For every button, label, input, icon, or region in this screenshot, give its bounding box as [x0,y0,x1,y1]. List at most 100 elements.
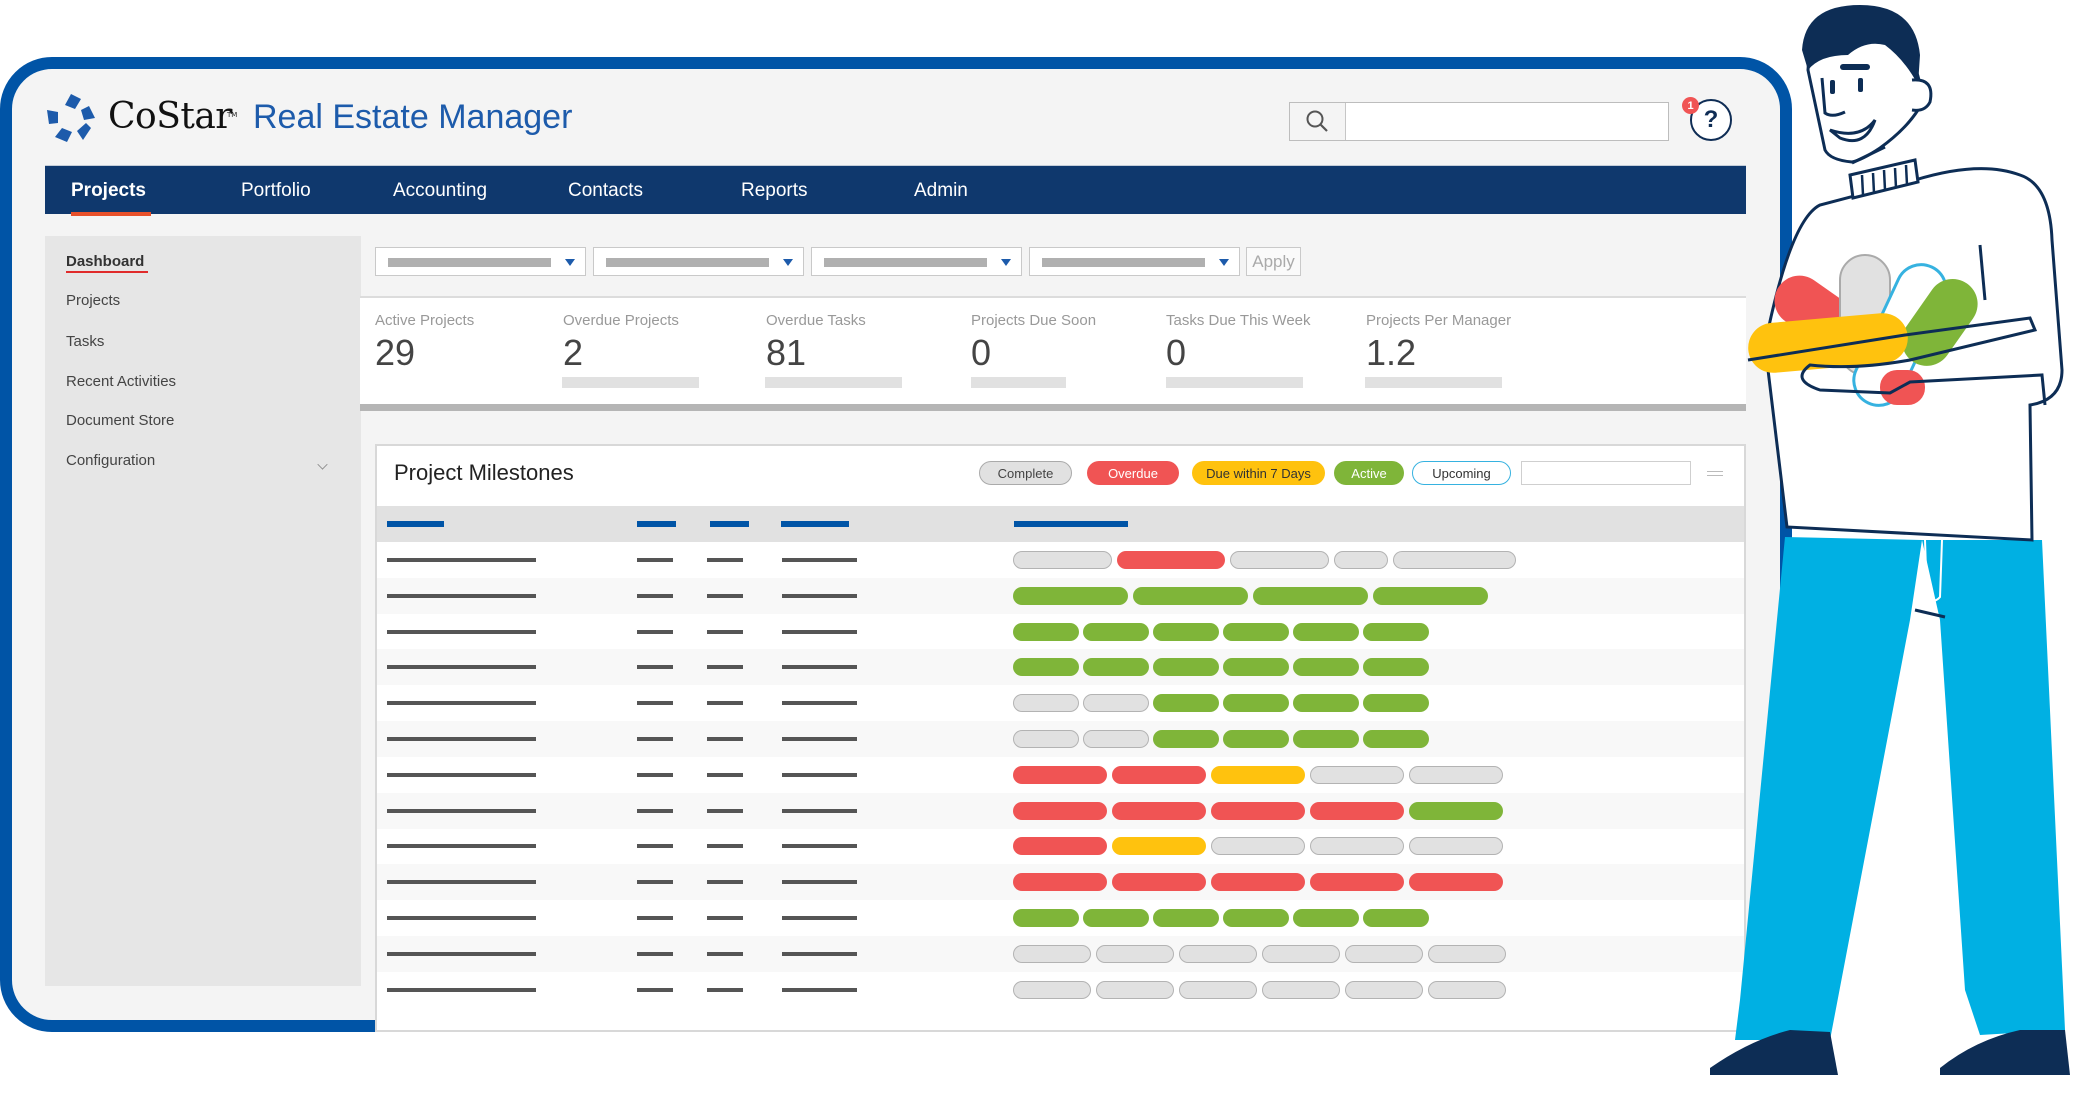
legend-upcoming[interactable]: Upcoming [1412,461,1511,485]
nav-item-projects[interactable]: Projects [71,180,146,202]
stat-projects-per-manager[interactable]: Projects Per Manager 1.2 [1366,312,1511,373]
global-search-input[interactable] [1346,103,1668,140]
milestone-overdue[interactable] [1112,765,1206,784]
filter-dropdown-3[interactable] [811,247,1022,276]
table-row[interactable] [377,542,1744,578]
milestone-active[interactable] [1013,909,1079,927]
milestone-active[interactable] [1083,658,1149,677]
milestone-active[interactable] [1293,730,1359,748]
milestone-active[interactable] [1223,658,1289,677]
milestone-active[interactable] [1373,586,1488,605]
nav-item-contacts[interactable]: Contacts [568,180,643,202]
stat-overdue-tasks[interactable]: Overdue Tasks 81 [766,312,866,373]
table-row[interactable] [377,900,1744,936]
table-row[interactable] [377,577,1744,614]
milestone-complete[interactable] [1310,765,1404,784]
milestone-active[interactable] [1083,909,1149,927]
milestone-active[interactable] [1153,622,1219,641]
search-button[interactable] [1290,103,1346,140]
milestone-active[interactable] [1293,658,1359,677]
milestone-due7[interactable] [1112,837,1206,856]
milestone-overdue[interactable] [1310,873,1404,892]
stat-projects-due-soon[interactable]: Projects Due Soon 0 [971,312,1096,373]
stat-overdue-projects[interactable]: Overdue Projects 2 [563,312,679,373]
milestone-overdue[interactable] [1409,873,1503,892]
milestone-active[interactable] [1293,909,1359,927]
filter-dropdown-2[interactable] [593,247,804,276]
milestone-complete[interactable] [1428,944,1506,963]
milestone-complete[interactable] [1428,980,1506,999]
milestone-complete[interactable] [1083,730,1149,748]
milestone-active[interactable] [1409,801,1503,820]
milestone-complete[interactable] [1013,551,1112,569]
legend-complete[interactable]: Complete [979,461,1072,485]
milestone-complete[interactable] [1345,944,1423,963]
milestone-overdue[interactable] [1211,873,1305,892]
milestone-complete[interactable] [1013,980,1091,999]
milestone-complete[interactable] [1230,551,1329,569]
table-row[interactable] [377,614,1744,650]
filter-dropdown-1[interactable] [375,247,586,276]
milestone-overdue[interactable] [1211,801,1305,820]
milestone-complete[interactable] [1211,837,1305,856]
milestone-active[interactable] [1223,730,1289,748]
milestone-complete[interactable] [1013,730,1079,748]
milestone-overdue[interactable] [1013,765,1107,784]
column-header-4[interactable] [781,521,849,527]
column-header-1[interactable] [387,521,444,527]
milestone-complete[interactable] [1334,551,1388,569]
milestone-complete[interactable] [1179,944,1257,963]
nav-item-accounting[interactable]: Accounting [393,180,487,202]
milestone-active[interactable] [1013,658,1079,677]
milestone-complete[interactable] [1013,944,1091,963]
milestone-complete[interactable] [1262,980,1340,999]
milestone-complete[interactable] [1013,694,1079,713]
milestone-complete[interactable] [1310,837,1404,856]
milestone-active[interactable] [1133,586,1248,605]
column-header-milestones[interactable] [1014,521,1128,527]
table-row[interactable] [377,757,1744,793]
legend-due-within-7-days[interactable]: Due within 7 Days [1192,461,1325,485]
table-row[interactable] [377,685,1744,721]
stat-active-projects[interactable]: Active Projects 29 [375,312,474,373]
table-row[interactable] [377,721,1744,757]
menu-icon[interactable] [1707,471,1723,476]
milestone-complete[interactable] [1262,944,1340,963]
milestone-active[interactable] [1363,730,1429,748]
table-row[interactable] [377,792,1744,829]
milestone-active[interactable] [1153,909,1219,927]
milestone-active[interactable] [1083,622,1149,641]
milestone-active[interactable] [1013,622,1079,641]
sidebar-item-dashboard[interactable]: Dashboard [66,253,144,270]
milestone-overdue[interactable] [1112,873,1206,892]
filter-dropdown-4[interactable] [1029,247,1240,276]
nav-item-reports[interactable]: Reports [741,180,808,202]
milestone-complete[interactable] [1345,980,1423,999]
milestone-active[interactable] [1363,658,1429,677]
milestone-due7[interactable] [1211,765,1305,784]
milestone-complete[interactable] [1409,765,1503,784]
column-header-2[interactable] [637,521,676,527]
table-row[interactable] [377,864,1744,901]
apply-button[interactable]: Apply [1246,247,1301,276]
sidebar-item-projects[interactable]: Projects [66,292,120,309]
milestone-active[interactable] [1223,622,1289,641]
milestone-active[interactable] [1253,586,1368,605]
milestone-active[interactable] [1223,909,1289,927]
milestone-active[interactable] [1013,586,1128,605]
milestone-active[interactable] [1363,622,1429,641]
milestone-overdue[interactable] [1310,801,1404,820]
milestone-active[interactable] [1153,730,1219,748]
milestone-complete[interactable] [1096,944,1174,963]
milestone-complete[interactable] [1409,837,1503,856]
milestone-overdue[interactable] [1013,837,1107,856]
table-row[interactable] [377,972,1744,1008]
stat-tasks-due-this-week[interactable]: Tasks Due This Week 0 [1166,312,1311,373]
sidebar-item-configuration[interactable]: Configuration [66,452,155,469]
nav-item-admin[interactable]: Admin [914,180,968,202]
table-row[interactable] [377,828,1744,864]
milestone-active[interactable] [1363,694,1429,713]
sidebar-item-tasks[interactable]: Tasks [66,333,104,350]
milestones-search-input[interactable] [1526,462,1702,484]
milestone-active[interactable] [1153,658,1219,677]
